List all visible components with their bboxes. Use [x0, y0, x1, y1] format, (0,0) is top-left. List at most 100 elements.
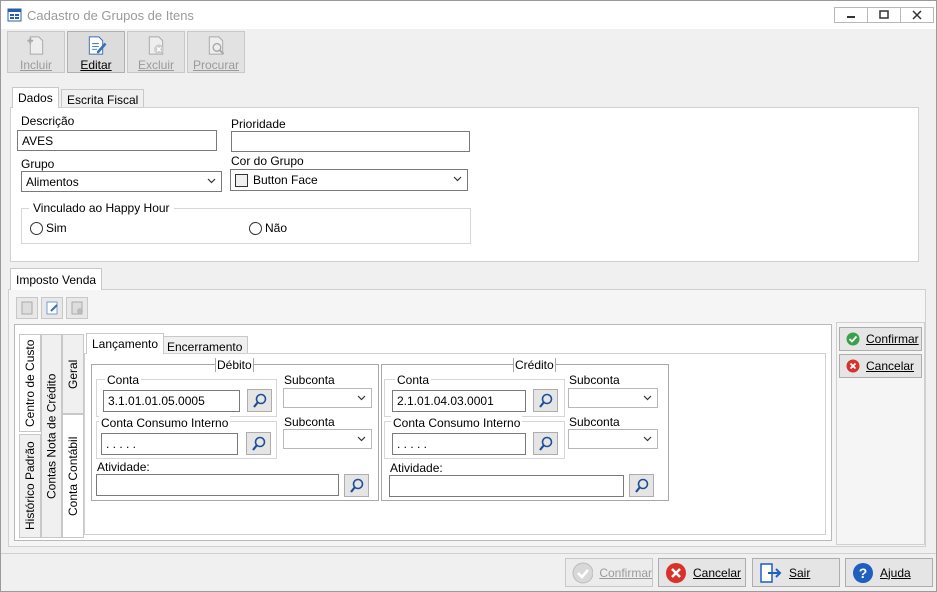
- bottom-confirmar-label: Confirmar: [599, 565, 652, 580]
- debito-subconta-select[interactable]: [283, 388, 372, 408]
- tab-escrita-fiscal[interactable]: Escrita Fiscal: [61, 89, 145, 108]
- radio-nao[interactable]: Não: [249, 221, 287, 235]
- tab-dados[interactable]: Dados: [12, 87, 59, 108]
- delete-icon: [71, 301, 83, 315]
- edit-document-icon: [88, 36, 107, 55]
- incluir-button[interactable]: Incluir: [7, 31, 65, 73]
- new-document-icon: [27, 36, 44, 55]
- vtab-conta-contabil[interactable]: Conta Contábil: [62, 414, 84, 538]
- debito-consumo-input[interactable]: . . . . .: [101, 433, 238, 455]
- maximize-icon: [879, 10, 889, 19]
- credito-consumo-input[interactable]: . . . . .: [392, 433, 526, 455]
- side-confirmar-label: Confirmar: [866, 332, 919, 346]
- debito-consumo-search-button[interactable]: [246, 432, 271, 455]
- cor-select[interactable]: Button Face: [230, 169, 468, 191]
- debito-conta-input[interactable]: 3.1.01.01.05.0005: [103, 390, 240, 412]
- editar-label: Editar: [80, 58, 112, 72]
- radio-sim[interactable]: Sim: [30, 221, 67, 235]
- magnifier-icon: [538, 436, 552, 451]
- credito-conta-input[interactable]: 2.1.01.04.03.0001: [392, 390, 526, 412]
- bottom-divider: [1, 553, 936, 554]
- debito-subconta2-label: Subconta: [284, 415, 335, 429]
- chevron-down-icon: [643, 436, 652, 442]
- sim-label: Sim: [46, 221, 67, 235]
- cor-value: Button Face: [253, 173, 318, 187]
- side-cancelar-button[interactable]: Cancelar: [839, 354, 922, 378]
- editar-button[interactable]: Editar: [67, 31, 125, 73]
- exit-door-icon: [760, 562, 782, 583]
- credito-atividade-search-button[interactable]: [629, 474, 654, 497]
- color-swatch: [235, 174, 248, 187]
- credito-atividade-input[interactable]: [389, 475, 624, 497]
- prioridade-input[interactable]: [231, 131, 470, 152]
- credito-title: Crédito: [513, 358, 556, 372]
- incluir-label: Incluir: [19, 58, 52, 72]
- descricao-input[interactable]: AVES: [17, 130, 217, 151]
- radio-circle-icon: [30, 221, 43, 235]
- credito-subconta2-label: Subconta: [569, 415, 620, 429]
- grupo-select[interactable]: Alimentos: [21, 171, 222, 192]
- edit-icon: [46, 301, 58, 315]
- imposto-edit-button[interactable]: [41, 297, 63, 319]
- debito-atividade-input[interactable]: [96, 474, 339, 496]
- close-icon: [912, 10, 922, 20]
- debito-subconta-label: Subconta: [284, 373, 335, 387]
- credito-conta-search-button[interactable]: [533, 389, 558, 412]
- close-button[interactable]: [900, 7, 934, 23]
- minimize-button[interactable]: [834, 7, 868, 23]
- excluir-label: Excluir: [137, 58, 174, 72]
- bottom-ajuda-button[interactable]: ? Ajuda: [845, 558, 933, 587]
- credito-atividade-label: Atividade:: [390, 461, 443, 475]
- bottom-confirmar-button[interactable]: Confirmar: [565, 558, 653, 587]
- cancel-circle-icon: [666, 562, 686, 583]
- debito-conta-search-button[interactable]: [247, 389, 272, 412]
- excluir-button[interactable]: Excluir: [127, 31, 185, 73]
- window-title: Cadastro de Grupos de Itens: [27, 8, 194, 23]
- procurar-button[interactable]: Procurar: [187, 31, 245, 73]
- chevron-down-icon: [357, 395, 366, 401]
- cor-label: Cor do Grupo: [231, 154, 304, 168]
- debito-atividade-label: Atividade:: [97, 460, 150, 474]
- grupo-label: Grupo: [21, 157, 55, 171]
- grupo-value: Alimentos: [26, 175, 79, 189]
- bottom-sair-button[interactable]: Sair: [752, 558, 840, 587]
- vtab-centro-custo[interactable]: Centro de Custo: [19, 334, 41, 432]
- procurar-label: Procurar: [192, 58, 239, 72]
- add-icon: [21, 301, 33, 315]
- credito-consumo-label: Conta Consumo Interno: [391, 416, 523, 430]
- maximize-button[interactable]: [867, 7, 901, 23]
- imposto-add-button[interactable]: [16, 297, 38, 319]
- side-confirmar-button[interactable]: Confirmar: [839, 327, 922, 351]
- chevron-down-icon: [643, 395, 652, 401]
- credito-subconta-select[interactable]: [568, 388, 658, 408]
- magnifier-icon: [251, 436, 265, 451]
- title-bar: Cadastro de Grupos de Itens: [1, 1, 936, 29]
- main-window: Cadastro de Grupos de Itens Incluir Edit…: [0, 0, 937, 592]
- vtab-geral[interactable]: Geral: [62, 334, 84, 414]
- svg-text:?: ?: [859, 565, 868, 581]
- credito-subconta-label: Subconta: [569, 373, 620, 387]
- debito-atividade-search-button[interactable]: [344, 474, 369, 497]
- nao-label: Não: [265, 221, 288, 235]
- debito-consumo-label: Conta Consumo Interno: [99, 416, 231, 430]
- imposto-delete-button[interactable]: [66, 297, 88, 319]
- radio-circle-icon: [249, 221, 262, 235]
- bottom-cancelar-button[interactable]: Cancelar: [658, 558, 746, 587]
- prioridade-label: Prioridade: [231, 117, 286, 131]
- credito-subconta2-select[interactable]: [568, 429, 658, 449]
- chevron-down-icon: [207, 178, 216, 184]
- bottom-cancelar-label: Cancelar: [693, 565, 742, 580]
- help-icon: ?: [853, 562, 873, 583]
- debito-subconta2-select[interactable]: [283, 429, 372, 449]
- happy-hour-label: Vinculado ao Happy Hour: [29, 201, 174, 215]
- vtab-historico-padrao[interactable]: Histórico Padrão: [19, 434, 41, 538]
- delete-document-icon: [148, 36, 164, 55]
- vtab-contas-nota-credito[interactable]: Contas Nota de Crédito: [41, 334, 62, 538]
- magnifier-icon: [538, 393, 552, 408]
- tab-imposto-venda[interactable]: Imposto Venda: [10, 268, 103, 290]
- minimize-icon: [847, 16, 855, 18]
- tab-lancamento[interactable]: Lançamento: [86, 333, 165, 354]
- chevron-down-icon: [357, 436, 366, 442]
- magnifier-icon: [634, 478, 648, 493]
- credito-consumo-search-button[interactable]: [533, 432, 558, 455]
